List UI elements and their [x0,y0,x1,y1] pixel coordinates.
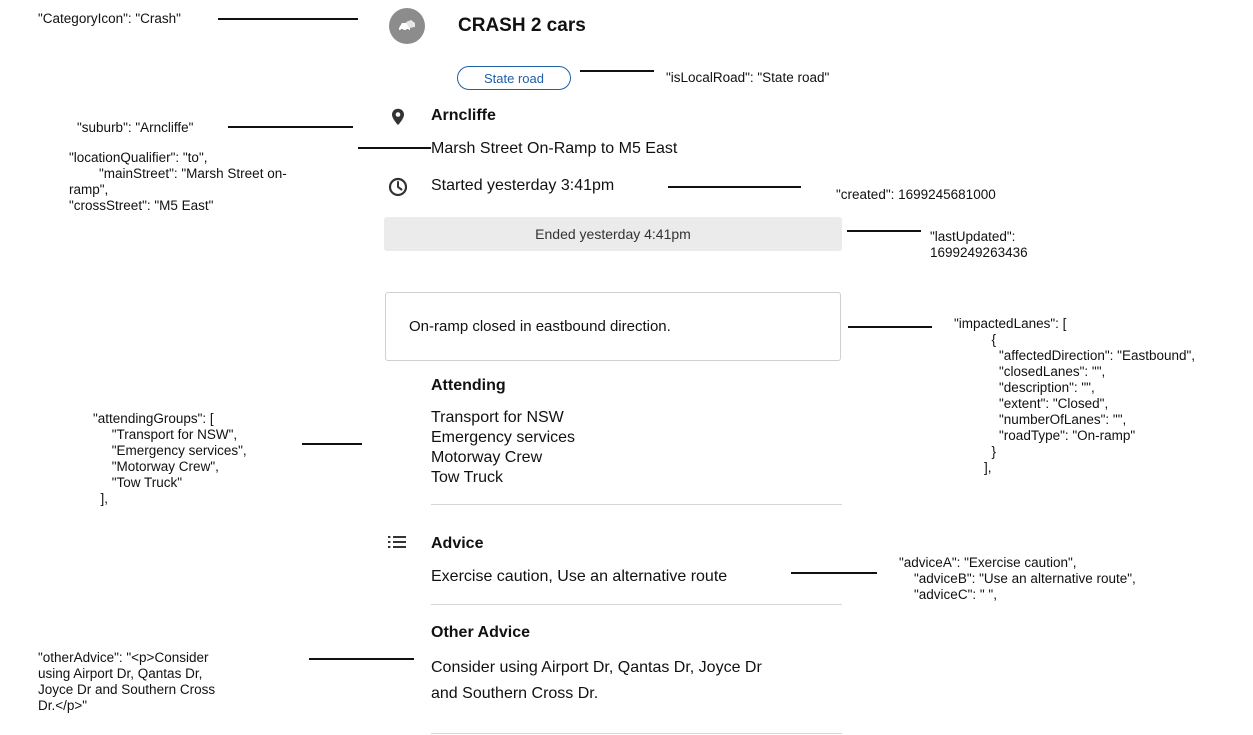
attending-list: Transport for NSW Emergency services Mot… [431,408,575,488]
annotation-suburb: "suburb": "Arncliffe" [77,120,194,135]
other-advice-line: Consider using Airport Dr, Qantas Dr, Jo… [431,659,762,676]
map-pin-icon [391,108,405,131]
impacted-lanes-box: On-ramp closed in eastbound direction. [385,292,841,361]
connector-line [218,18,358,20]
other-advice-text: Consider using Airport Dr, Qantas Dr, Jo… [431,655,762,707]
annotation-other-advice: "otherAdvice": "<p>Consider using Airpor… [38,650,216,713]
connector-line [791,572,877,574]
connector-line [309,658,414,660]
connector-line [847,230,921,232]
attending-item: Tow Truck [431,469,504,486]
annotation-attending-groups: "attendingGroups": [ "Transport for NSW"… [93,411,247,506]
annotation-location: "locationQualifier": "to", "mainStreet":… [69,150,287,213]
incident-title: CRASH 2 cars [458,15,586,36]
connector-line [668,186,801,188]
annotation-is-local-road: "isLocalRoad": "State road" [666,70,830,85]
location-description: Marsh Street On-Ramp to M5 East [431,140,678,157]
attending-heading: Attending [431,377,506,394]
connector-line [580,70,654,72]
annotation-advice: "adviceA": "Exercise caution", "adviceB"… [899,555,1136,602]
attending-item: Motorway Crew [431,449,543,466]
divider [431,733,842,734]
annotation-category-icon: "CategoryIcon": "Crash" [38,11,181,26]
connector-line [228,126,353,128]
clock-icon [388,177,408,202]
advice-text: Exercise caution, Use an alternative rou… [431,568,728,585]
ended-time-banner: Ended yesterday 4:41pm [384,217,842,251]
other-advice-line: and Southern Cross Dr. [431,685,599,702]
connector-line [358,147,431,149]
connector-line [302,443,362,445]
lane-impact-text: On-ramp closed in eastbound direction. [409,318,671,335]
advice-heading: Advice [431,535,484,552]
other-advice-heading: Other Advice [431,624,530,641]
divider [431,604,842,605]
road-type-badge: State road [457,66,571,90]
suburb-name: Arncliffe [431,107,496,124]
annotation-created: "created": 1699245681000 [836,187,996,202]
attending-item: Emergency services [431,429,576,446]
annotation-impacted-lanes: "impactedLanes": [ { "affectedDirection"… [954,316,1196,475]
started-time: Started yesterday 3:41pm [431,177,615,194]
list-icon [388,535,406,554]
attending-item: Transport for NSW [431,409,564,426]
connector-line [848,326,932,328]
category-crash-icon [389,8,425,44]
annotation-last-updated: "lastUpdated": 1699249263436 [930,229,1028,260]
divider [431,504,842,505]
